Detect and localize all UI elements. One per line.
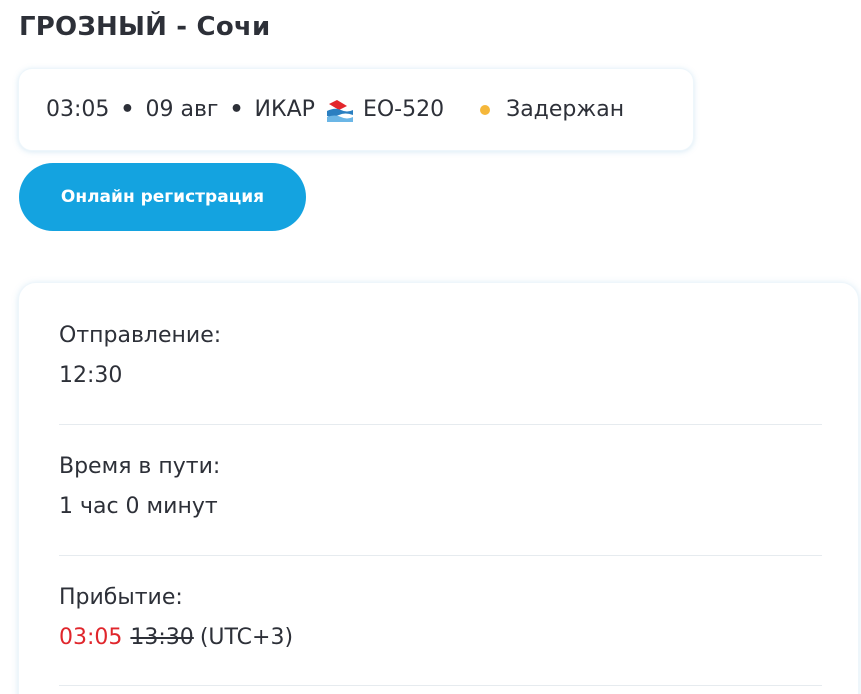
flight-number: ЕО-520	[362, 97, 445, 122]
online-checkin-button[interactable]: Онлайн регистрация	[19, 163, 306, 231]
duration-row: Время в пути: 1 час 0 минут	[59, 454, 822, 520]
divider	[59, 424, 822, 425]
departure-label: Отправление:	[59, 323, 222, 348]
arrival-new-time: 03:05	[59, 625, 123, 650]
arrival-timezone: (UTC+3)	[199, 625, 294, 650]
separator-dot: •	[229, 97, 244, 122]
route-title: ГРОЗНЫЙ - Сочи	[19, 12, 271, 42]
arrival-label: Прибытие:	[59, 585, 183, 610]
arrival-value: 03:05 13:30 (UTC+3)	[59, 625, 822, 651]
separator-dot: •	[120, 97, 135, 122]
departure-value: 12:30	[59, 363, 123, 388]
ikar-airline-logo-icon	[326, 97, 353, 122]
duration-value: 1 час 0 минут	[59, 494, 218, 519]
flight-status: Задержан	[480, 97, 624, 122]
status-text: Задержан	[506, 97, 625, 122]
arrival-old-time: 13:30	[130, 625, 194, 650]
duration-label: Время в пути:	[59, 454, 221, 479]
flight-time: 03:05	[46, 97, 110, 122]
flight-date: 09 авг	[145, 97, 219, 122]
departure-row: Отправление: 12:30	[59, 323, 822, 389]
flight-details-page: ГРОЗНЫЙ - Сочи 03:05 • 09 авг • ИКАР ЕО-…	[0, 0, 861, 694]
flight-summary-card: 03:05 • 09 авг • ИКАР ЕО-520 Задержан	[18, 68, 694, 151]
airline-name: ИКАР	[254, 97, 315, 122]
arrival-row: Прибытие: 03:05 13:30 (UTC+3)	[59, 585, 822, 651]
flight-details-card: Отправление: 12:30 Время в пути: 1 час 0…	[18, 282, 859, 694]
divider	[59, 685, 822, 686]
status-dot-icon	[480, 104, 491, 115]
divider	[59, 555, 822, 556]
